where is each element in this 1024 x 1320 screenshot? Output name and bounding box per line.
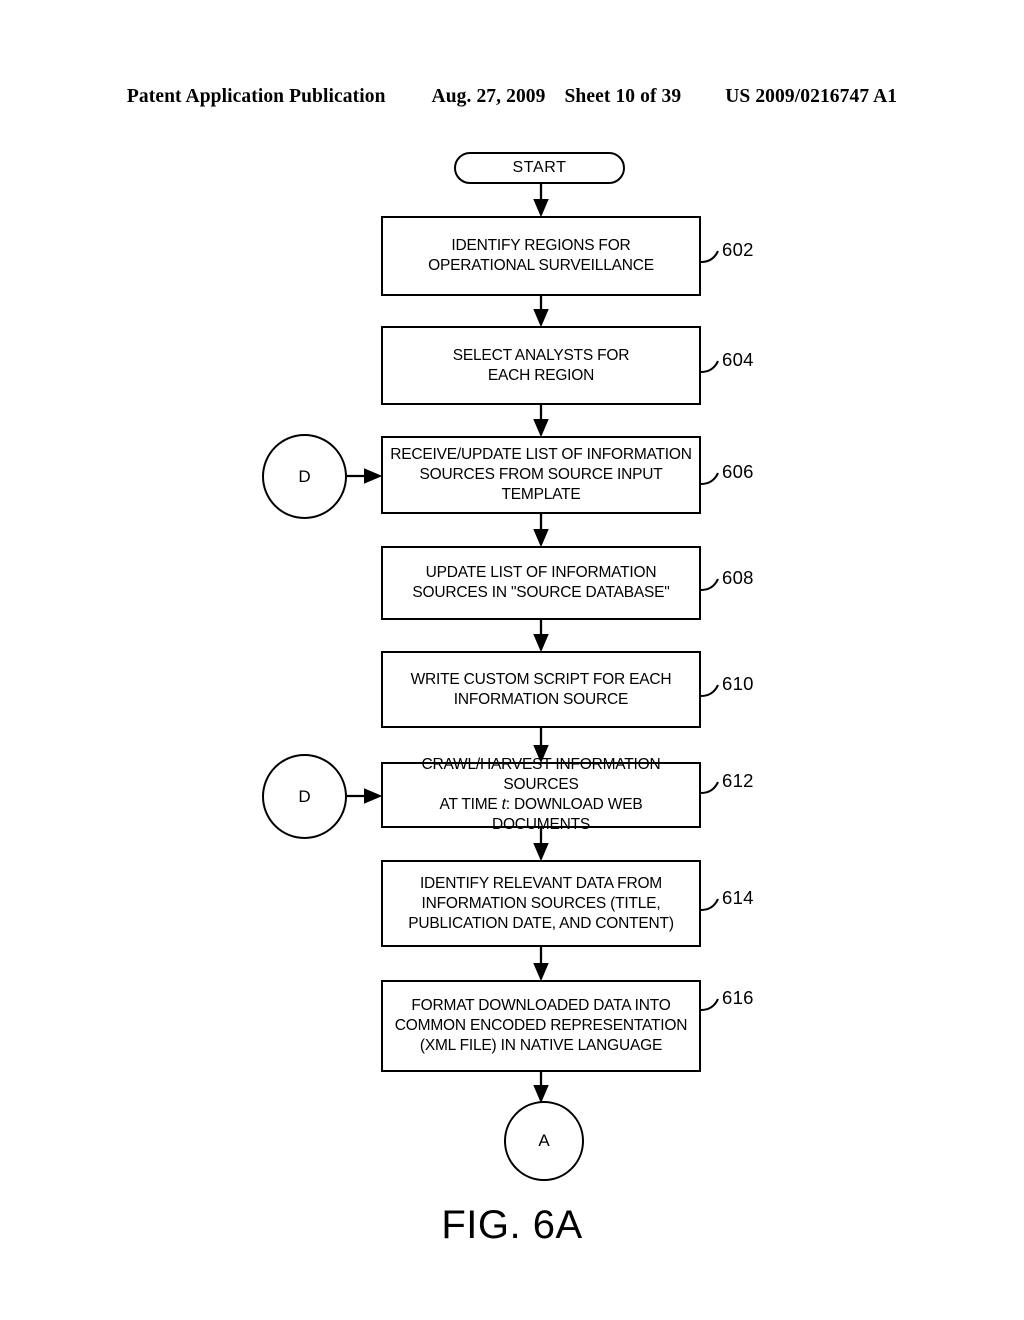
figure-caption: FIG. 6A	[441, 1203, 583, 1247]
flow-node-608-label: UPDATE LIST OF INFORMATION SOURCES IN "S…	[412, 564, 670, 601]
flowchart: START IDENTIFY REGIONS FOR OPERATIONAL S…	[0, 0, 1024, 1320]
flow-node-616: FORMAT DOWNLOADED DATA INTO COMMON ENCOD…	[381, 980, 701, 1072]
flow-node-612: CRAWL/HARVEST INFORMATION SOURCES AT TIM…	[381, 756, 701, 833]
ref-number-602: 602	[722, 239, 754, 260]
ref-number-610: 610	[722, 673, 754, 694]
ref-number-608: 608	[722, 567, 754, 588]
flow-node-start-label: START	[512, 159, 567, 176]
flow-node-612-label: CRAWL/HARVEST INFORMATION SOURCES AT TIM…	[383, 755, 699, 835]
flow-node-606: RECEIVE/UPDATE LIST OF INFORMATION SOURC…	[381, 436, 701, 514]
flow-node-start: START	[454, 152, 625, 184]
flow-connector-d-upper-label: D	[298, 466, 311, 486]
flow-connector-a-exit-label: A	[538, 1131, 550, 1150]
ref-number-606: 606	[722, 461, 754, 482]
ref-number-604: 604	[722, 349, 754, 370]
flow-node-614: IDENTIFY RELEVANT DATA FROM INFORMATION …	[381, 860, 701, 947]
ref-number-616: 616	[722, 987, 754, 1008]
flow-connector-d-upper: D	[262, 434, 347, 519]
flow-node-616-label: FORMAT DOWNLOADED DATA INTO COMMON ENCOD…	[394, 997, 688, 1054]
patent-page: Patent Application Publication Aug. 27, …	[0, 0, 1024, 1320]
ref-number-614: 614	[722, 887, 754, 908]
flow-node-604-label: SELECT ANALYSTS FOR EACH REGION	[452, 346, 630, 384]
flow-node-602: IDENTIFY REGIONS FOR OPERATIONAL SURVEIL…	[381, 216, 701, 296]
flow-node-610: WRITE CUSTOM SCRIPT FOR EACH INFORMATION…	[381, 651, 701, 728]
flow-connector-d-lower-label: D	[298, 786, 311, 806]
flow-node-610-label: WRITE CUSTOM SCRIPT FOR EACH INFORMATION…	[410, 670, 672, 708]
flow-node-612-label-post: : DOWNLOAD WEB DOCUMENTS	[491, 796, 643, 833]
flow-node-614-label: IDENTIFY RELEVANT DATA FROM INFORMATION …	[408, 874, 674, 932]
ref-number-612: 612	[722, 770, 754, 791]
flow-connector-a-exit: A	[504, 1101, 584, 1181]
flow-node-604: SELECT ANALYSTS FOR EACH REGION	[381, 326, 701, 405]
flow-node-608: UPDATE LIST OF INFORMATION SOURCES IN "S…	[381, 546, 701, 620]
flow-node-602-label: IDENTIFY REGIONS FOR OPERATIONAL SURVEIL…	[428, 237, 654, 274]
flow-node-606-label: RECEIVE/UPDATE LIST OF INFORMATION SOURC…	[390, 446, 692, 503]
flow-connector-d-lower: D	[262, 754, 347, 839]
